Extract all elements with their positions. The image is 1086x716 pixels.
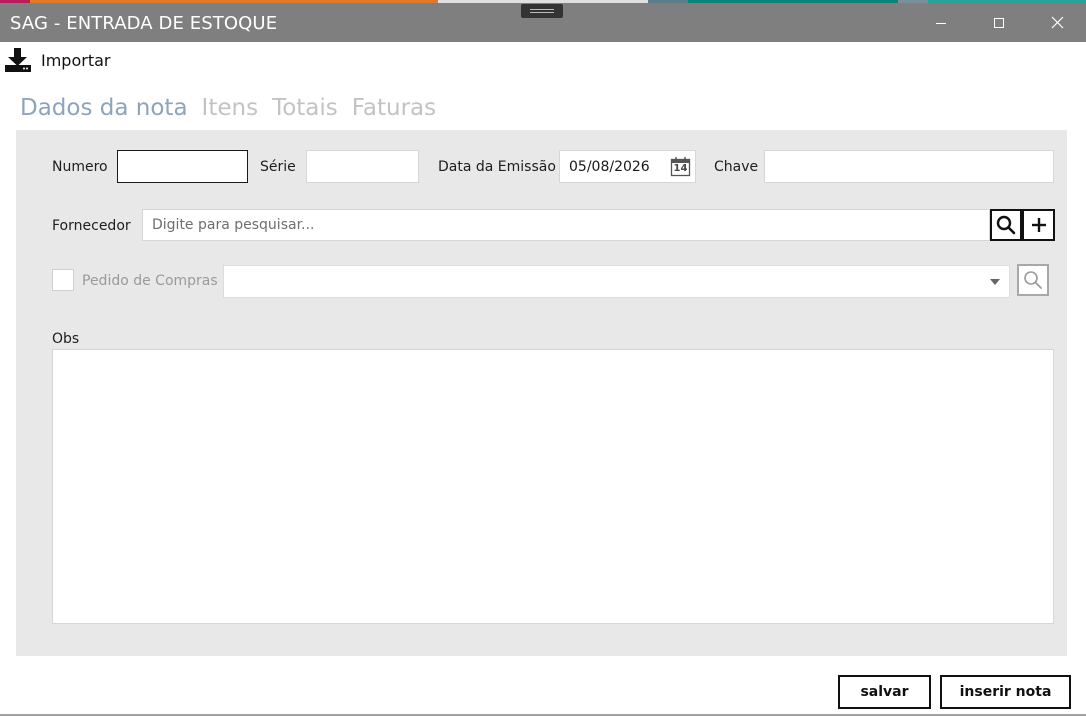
tab-dados-da-nota[interactable]: Dados da nota xyxy=(20,95,188,121)
maximize-icon xyxy=(994,17,1004,28)
window-title: SAG - ENTRADA DE ESTOQUE xyxy=(10,13,278,34)
fornecedor-label: Fornecedor xyxy=(52,218,131,234)
inserir-nota-button[interactable]: inserir nota xyxy=(940,675,1071,709)
title-bar[interactable]: SAG - ENTRADA DE ESTOQUE xyxy=(0,3,1086,42)
search-icon xyxy=(1024,271,1042,289)
pedido-compras-search-button[interactable] xyxy=(1017,264,1049,296)
data-emissao-value: 05/08/2026 xyxy=(569,158,650,175)
chave-label: Chave xyxy=(714,159,759,175)
close-icon xyxy=(1051,16,1063,29)
tab-itens[interactable]: Itens xyxy=(202,95,259,121)
minimize-button[interactable] xyxy=(918,3,964,42)
pedido-compras-label: Pedido de Compras xyxy=(82,273,218,289)
obs-textarea[interactable] xyxy=(52,349,1054,624)
data-emissao-field[interactable]: 05/08/2026 14 xyxy=(559,150,696,183)
drag-handle[interactable] xyxy=(521,4,563,18)
calendar-day: 14 xyxy=(673,163,688,174)
fornecedor-search-input[interactable] xyxy=(142,209,990,241)
pedido-compras-select[interactable] xyxy=(223,265,1010,298)
serie-label: Série xyxy=(260,159,296,175)
tab-faturas[interactable]: Faturas xyxy=(352,95,436,121)
pedido-compras-checkbox[interactable] xyxy=(52,269,74,291)
download-icon xyxy=(5,48,31,72)
minimize-icon xyxy=(936,22,946,24)
salvar-button[interactable]: salvar xyxy=(838,675,931,709)
data-emissao-label: Data da Emissão xyxy=(438,159,556,175)
numero-label: Numero xyxy=(52,159,108,175)
tab-bar: Dados da nota Itens Totais Faturas xyxy=(20,95,450,121)
maximize-button[interactable] xyxy=(976,3,1022,42)
numero-input[interactable] xyxy=(117,150,248,183)
fornecedor-search-button[interactable] xyxy=(990,209,1022,241)
import-button[interactable]: Importar xyxy=(4,44,110,76)
plus-icon xyxy=(1031,218,1046,232)
close-button[interactable] xyxy=(1034,3,1080,42)
calendar-icon[interactable]: 14 xyxy=(670,156,691,177)
add-fornecedor-button[interactable] xyxy=(1022,209,1055,241)
tab-totais[interactable]: Totais xyxy=(272,95,338,121)
import-label: Importar xyxy=(41,50,111,70)
obs-label: Obs xyxy=(52,331,80,347)
serie-input[interactable] xyxy=(306,150,419,183)
search-icon xyxy=(996,215,1016,235)
chevron-down-icon xyxy=(990,279,1000,285)
chave-input[interactable] xyxy=(764,150,1054,183)
